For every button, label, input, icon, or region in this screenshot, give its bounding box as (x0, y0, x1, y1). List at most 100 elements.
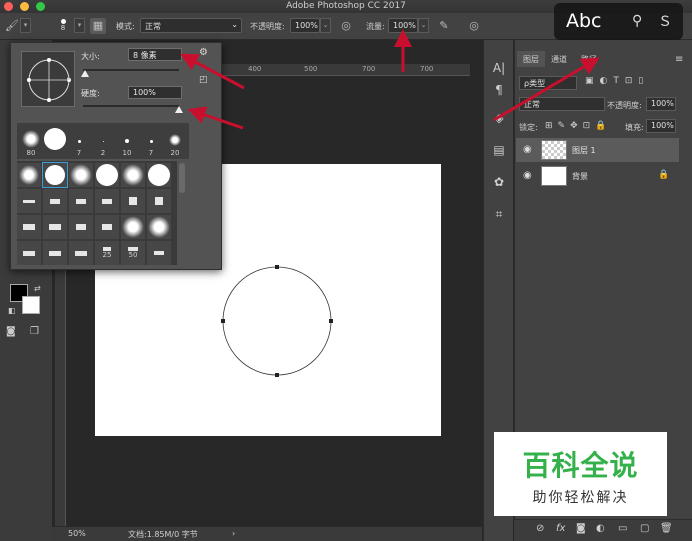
recent-brush[interactable]: 2 (91, 123, 115, 159)
paragraph-panel-icon[interactable]: ¶ (491, 82, 507, 98)
layer-row-selected[interactable]: ◉ 图层 1 (516, 138, 679, 162)
brush-preset-selected[interactable] (42, 162, 68, 188)
brush-preset[interactable] (121, 189, 145, 213)
tab-channels[interactable]: 通道 (545, 51, 573, 67)
brush-panel-toggle-icon[interactable]: ▦ (90, 18, 106, 34)
recent-brush[interactable]: 80 (19, 123, 43, 159)
zoom-level[interactable]: 50% (68, 529, 86, 538)
tab-paths[interactable]: 路径 (575, 51, 603, 67)
brush-preset[interactable] (17, 163, 41, 187)
new-group-icon[interactable]: ▭ (618, 523, 627, 534)
size-slider-track[interactable] (83, 69, 179, 71)
eye-icon[interactable]: ◉ (523, 144, 532, 155)
lock-icon: 🔒 (658, 170, 670, 180)
brush-preset-popup: ▸ 大小: 8 像素 ⚙ ◰ 硬度: 100% 80 7 2 10 7 20 2… (10, 42, 222, 270)
tool-preset-dropdown[interactable]: ▾ (20, 18, 31, 33)
hardness-slider-track[interactable] (83, 105, 179, 107)
brush-preset[interactable] (17, 215, 41, 239)
brush-preset[interactable] (121, 163, 145, 187)
opacity-dropdown[interactable]: ⌄ (320, 18, 331, 33)
brush-preset[interactable] (17, 189, 41, 213)
brush-preset[interactable] (147, 189, 171, 213)
brush-preset[interactable] (95, 163, 119, 187)
panel-menu-icon[interactable]: ≡ (675, 54, 683, 65)
brush-preset[interactable] (95, 189, 119, 213)
brush-preset[interactable] (121, 215, 145, 239)
swap-colors-icon[interactable]: ⇄ (34, 284, 41, 293)
tab-layers[interactable]: 图层 (517, 51, 545, 67)
new-preset-icon[interactable]: ◰ (199, 75, 208, 85)
brush-preset[interactable] (95, 215, 119, 239)
crop-icon[interactable]: ⌗ (491, 206, 507, 222)
soft-brush-icon (122, 164, 144, 186)
link-layers-icon[interactable]: ⊘ (536, 523, 544, 534)
trash-icon[interactable]: 🗑 (660, 523, 673, 534)
recent-brush[interactable]: 7 (67, 123, 91, 159)
gear-icon[interactable]: ⚙ (199, 47, 208, 58)
airbrush-icon[interactable]: ✎ (436, 18, 452, 34)
opacity-input[interactable]: 100% (290, 18, 320, 33)
brush-preset-picker[interactable]: 8 (52, 17, 74, 37)
blend-mode-select[interactable]: 正常 (519, 97, 605, 111)
quick-mask-icon[interactable]: ◙ (6, 326, 16, 337)
layer-filter-select[interactable]: ρ类型 (519, 76, 577, 90)
recent-brush[interactable]: 20 (163, 123, 187, 159)
hard-brush-icon (77, 140, 81, 143)
brush-preset[interactable] (69, 215, 93, 239)
brush-preset[interactable] (43, 189, 67, 213)
size-input[interactable]: 8 像素 (128, 48, 182, 61)
mode-select[interactable]: 正常 ⌄ (140, 18, 242, 33)
flow-input[interactable]: 100% (388, 18, 418, 33)
brush-tool-icon[interactable]: 🖌 (4, 18, 20, 34)
hardness-slider-handle[interactable] (175, 106, 183, 113)
brush-preset[interactable] (69, 241, 93, 265)
default-colors-icon[interactable]: ◧ (8, 306, 16, 315)
properties-panel-icon[interactable]: ▤ (491, 142, 507, 158)
swatches-panel-icon[interactable]: ✿ (491, 174, 507, 190)
brush-preset[interactable]: 50 (121, 241, 145, 265)
brush-preset[interactable]: 25 (95, 241, 119, 265)
adjustment-layer-icon[interactable]: ◐ (596, 523, 605, 534)
brush-preset[interactable] (17, 241, 41, 265)
fill-input[interactable]: 100% (646, 119, 676, 133)
pressure-opacity-icon[interactable]: ◎ (338, 18, 354, 34)
presets-scrollbar[interactable] (179, 163, 185, 193)
fx-button[interactable]: fx (556, 523, 565, 534)
tip-brush-icon (50, 198, 60, 204)
add-mask-icon[interactable]: ◙ (576, 523, 586, 534)
background-color-swatch[interactable] (22, 296, 40, 314)
recent-brushes: 80 7 2 10 7 20 (17, 123, 189, 159)
brush-preset[interactable] (43, 241, 67, 265)
mode-label: 模式: (116, 22, 135, 31)
screen-mode-icon[interactable]: ❐ (30, 326, 39, 337)
flow-dropdown[interactable]: ⌄ (418, 18, 429, 33)
tip-brush-icon (75, 250, 87, 256)
filter-icons[interactable]: ▣◐T⊡▯ (585, 76, 649, 86)
recent-brush[interactable] (43, 123, 67, 159)
chevron-right-icon[interactable]: › (232, 529, 235, 538)
tip-brush-icon (23, 250, 35, 256)
brush-preset[interactable] (147, 241, 171, 265)
eye-icon[interactable]: ◉ (523, 170, 532, 181)
lock-icons[interactable]: ⊞✎✥⊡🔒 (545, 121, 611, 131)
pressure-size-icon[interactable]: ◎ (466, 18, 482, 34)
recent-brush[interactable]: 10 (115, 123, 139, 159)
layer-row[interactable]: ◉ 背景 🔒 (516, 164, 679, 188)
layer-thumbnail (541, 166, 567, 186)
brush-preset[interactable] (43, 215, 67, 239)
layers-panel-icon[interactable]: ◈ (491, 110, 507, 126)
brush-preset[interactable] (147, 163, 171, 187)
chevron-down-icon: ⌄ (231, 20, 238, 29)
brush-preset[interactable] (69, 189, 93, 213)
hard-brush-icon (96, 164, 118, 186)
hardness-input[interactable]: 100% (128, 86, 182, 99)
new-layer-icon[interactable]: ▢ (640, 523, 649, 534)
character-panel-icon[interactable]: A| (491, 60, 507, 76)
recent-brush[interactable]: 7 (139, 123, 163, 159)
hard-brush-icon (148, 164, 170, 186)
brush-picker-dropdown[interactable]: ▾ (74, 18, 85, 33)
size-slider-handle[interactable] (80, 70, 89, 77)
layer-opacity-input[interactable]: 100% (646, 97, 676, 111)
brush-preset[interactable] (69, 163, 93, 187)
brush-preset[interactable] (147, 215, 171, 239)
